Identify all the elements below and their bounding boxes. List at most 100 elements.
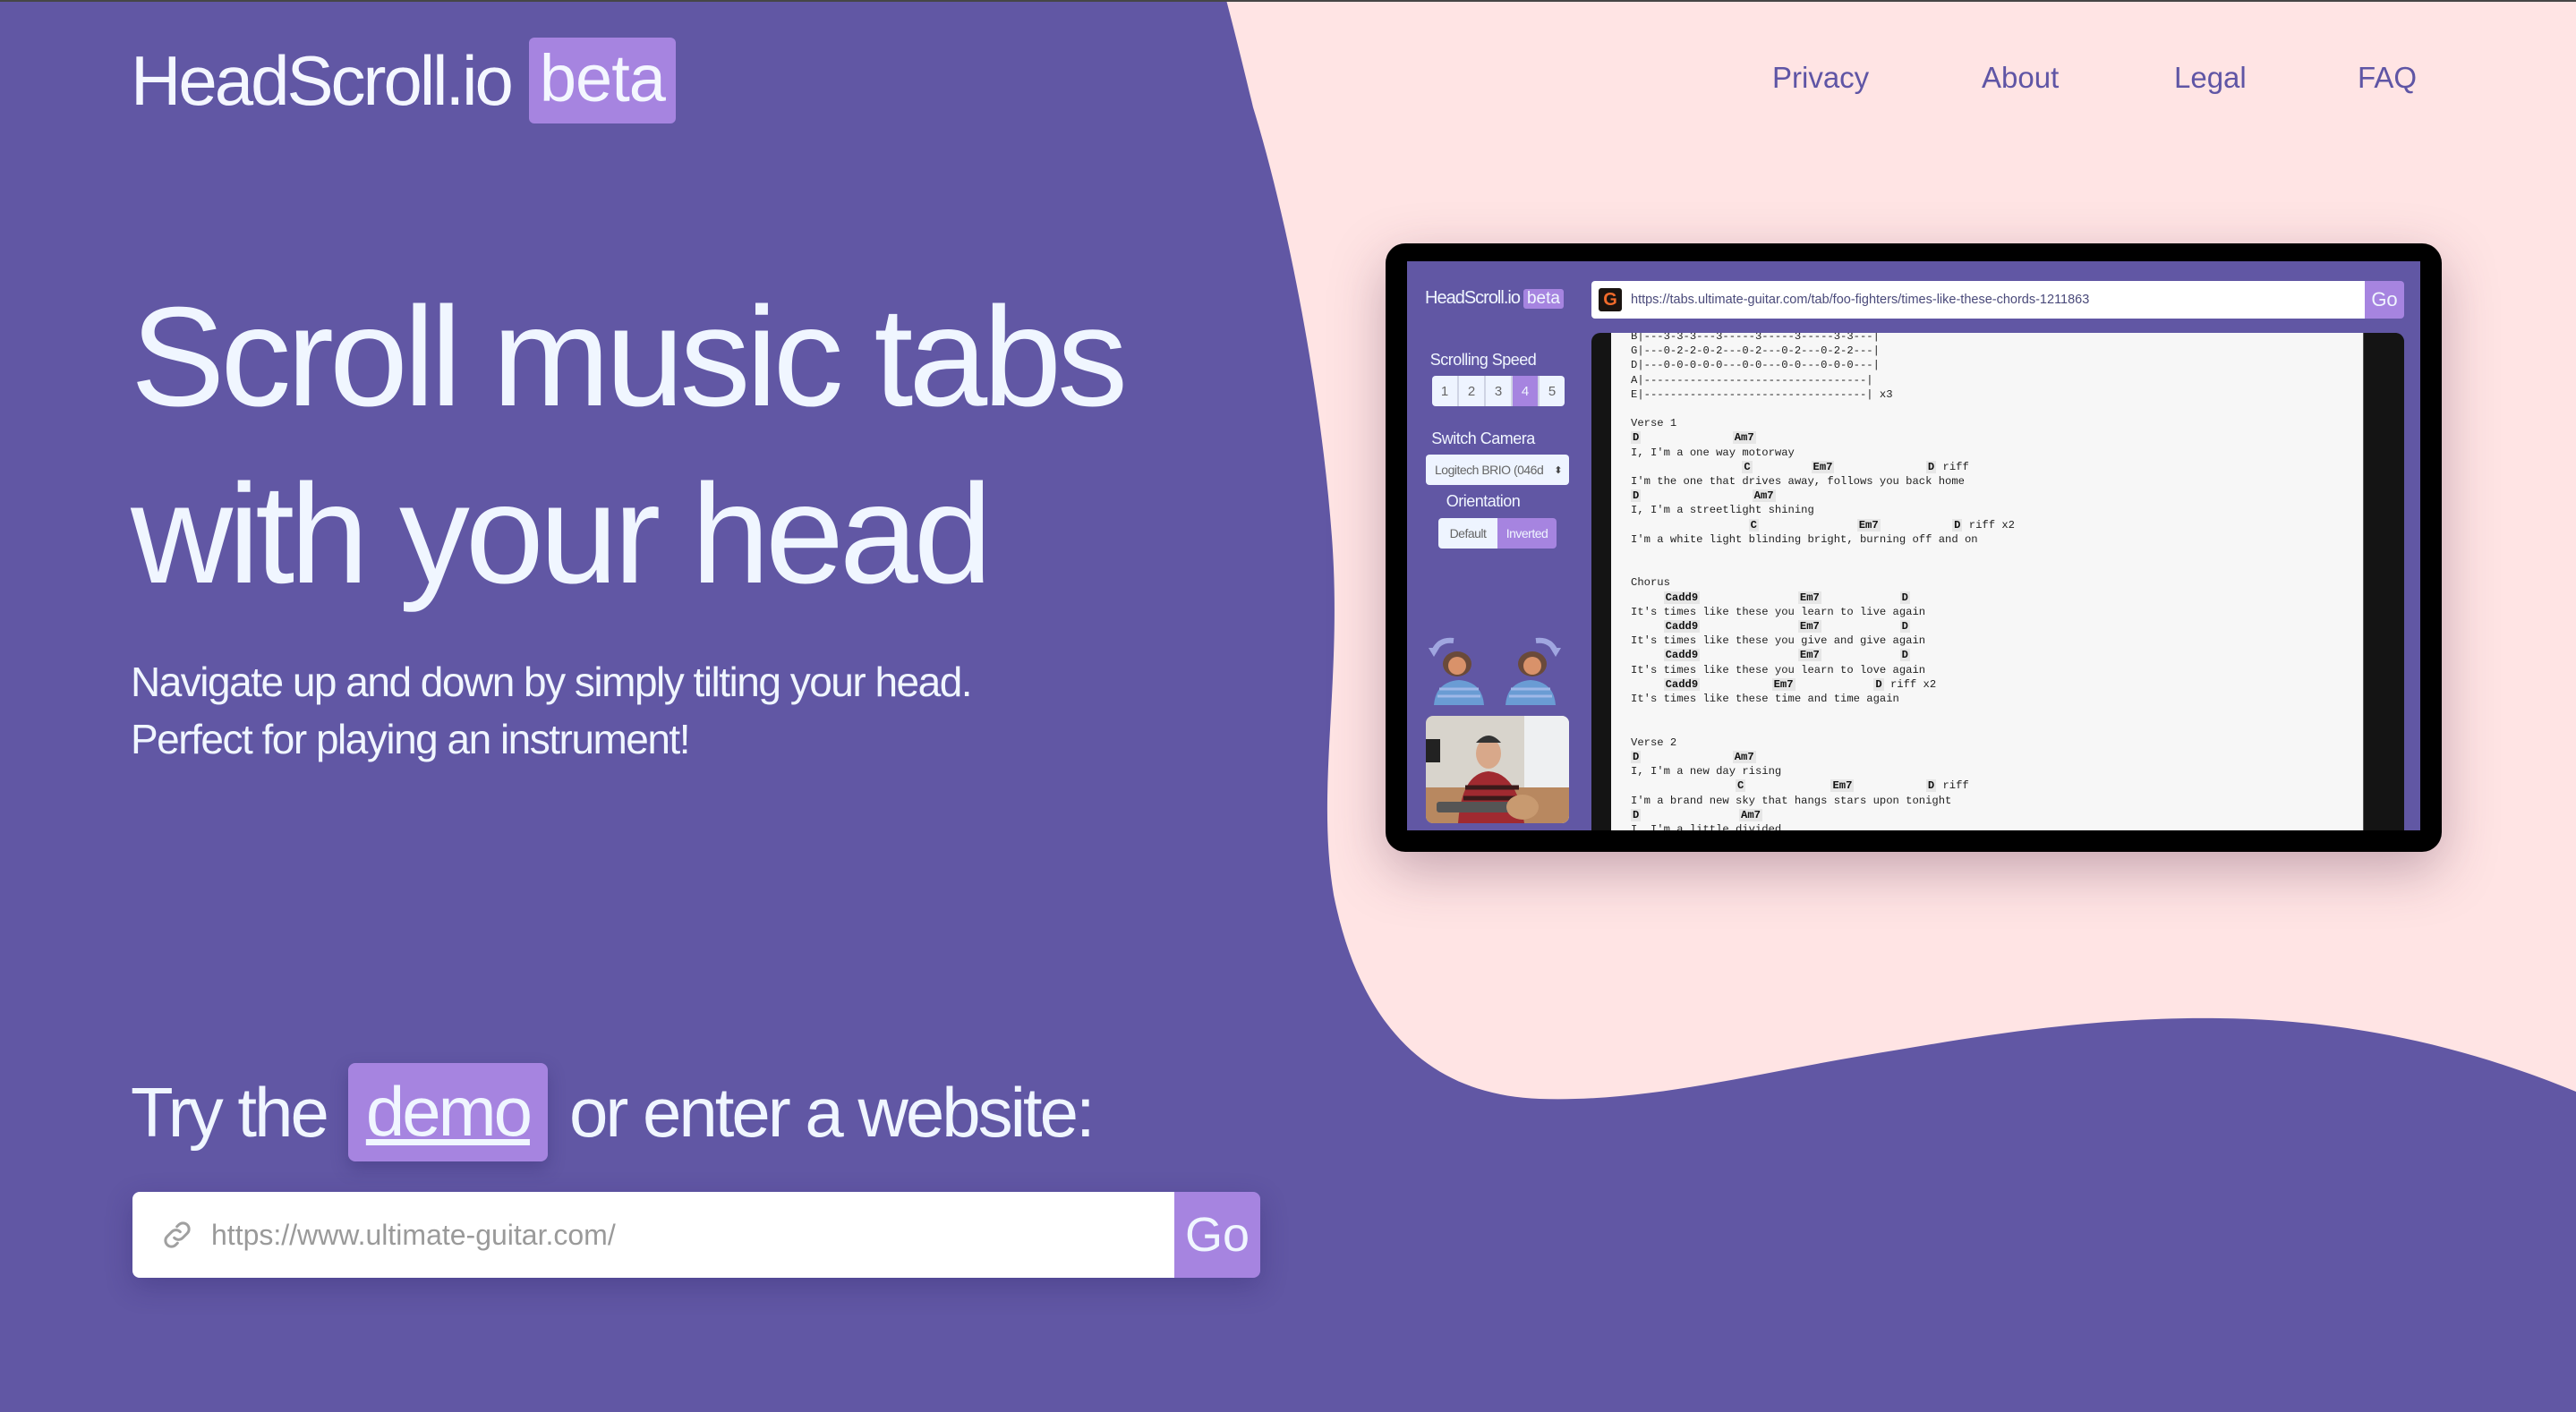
tab-line: Cadd9 Em7 D riff x2 bbox=[1663, 677, 1937, 691]
tab-text: B|---3-3-3---3-----3-----3-----3-3---| G|… bbox=[1631, 333, 2363, 830]
tab-line: D Am7 bbox=[1631, 750, 2363, 764]
speed-option-2[interactable]: 2 bbox=[1459, 376, 1486, 406]
chord-label: Em7 bbox=[1856, 518, 1881, 532]
beta-badge: beta bbox=[528, 38, 676, 123]
hero-title-line-1: Scroll music tabs bbox=[131, 278, 1128, 436]
chord-label: D bbox=[1925, 460, 1937, 473]
tab-line: I, I'm a one way motorway bbox=[1631, 446, 1795, 459]
website-url-form: Go bbox=[132, 1192, 1260, 1278]
tab-line bbox=[1631, 706, 2363, 720]
demo-button[interactable]: demo bbox=[347, 1063, 548, 1161]
website-url-input[interactable] bbox=[211, 1218, 1174, 1252]
tab-line: G|---0-2-2-0-2---0-2---0-2---0-2-2---| bbox=[1631, 344, 1880, 358]
chord-label: D bbox=[1925, 779, 1937, 793]
tab-line: I'm the one that drives away, follows yo… bbox=[1631, 475, 1965, 489]
chord-label: D bbox=[1631, 808, 1642, 821]
orientation-inverted[interactable]: Inverted bbox=[1497, 518, 1557, 549]
tab-line: It's times like these you learn to live … bbox=[1631, 605, 1926, 618]
tab-line: I, I'm a streetlight shining bbox=[1631, 504, 1814, 517]
chord-label: Em7 bbox=[1811, 460, 1835, 473]
chord-label: D bbox=[1873, 677, 1884, 691]
tab-line: A|----------------------------------| bbox=[1631, 373, 1873, 387]
chord-label: Am7 bbox=[1739, 808, 1762, 821]
chord-label: Em7 bbox=[1771, 677, 1796, 691]
chord-label: D bbox=[1899, 620, 1910, 634]
chord-label: Cadd9 bbox=[1663, 649, 1701, 662]
webcam-preview bbox=[1426, 716, 1569, 823]
tab-line: D Am7 bbox=[1631, 430, 2363, 445]
chord-label: C bbox=[1748, 518, 1759, 532]
chord-label: Cadd9 bbox=[1663, 620, 1701, 634]
speed-option-3[interactable]: 3 bbox=[1486, 376, 1513, 406]
chord-label: Cadd9 bbox=[1663, 591, 1701, 604]
tab-line: C Em7 D riff bbox=[1742, 460, 1969, 473]
tab-line: I'm a white light blinding bright, burni… bbox=[1631, 532, 1978, 546]
chord-label: D bbox=[1631, 489, 1642, 503]
chord-label: D bbox=[1899, 649, 1910, 662]
nav-legal[interactable]: Legal bbox=[2174, 61, 2247, 95]
mockup-url-field[interactable]: G https://tabs.ultimate-guitar.com/tab/f… bbox=[1591, 281, 2365, 319]
tab-line: D Am7 bbox=[1631, 808, 2363, 822]
chord-label: D bbox=[1631, 750, 1642, 763]
speed-option-1[interactable]: 1 bbox=[1432, 376, 1459, 406]
tab-line: It's times like these you learn to love … bbox=[1631, 663, 1926, 676]
tab-line: I'm a brand new sky that hangs stars upo… bbox=[1631, 794, 1952, 807]
mockup-url-bar: G https://tabs.ultimate-guitar.com/tab/f… bbox=[1591, 281, 2404, 319]
hero-title-line-2: with your head bbox=[131, 455, 993, 613]
orientation-default[interactable]: Default bbox=[1438, 518, 1497, 549]
hero-title: Scroll music tabs with your head bbox=[131, 268, 1128, 623]
tab-line: It's times like these time and time agai… bbox=[1631, 693, 1899, 706]
tab-line: I, I'm a little divided bbox=[1631, 822, 1782, 830]
site-logo[interactable]: HeadScroll.io beta bbox=[131, 38, 676, 123]
chord-label: Em7 bbox=[1797, 620, 1821, 634]
tab-line: D|---0-0-0-0-0---0-0---0-0---0-0-0---| bbox=[1631, 359, 1880, 372]
tab-page[interactable]: B|---3-3-3---3-----3-----3-----3-3---| G|… bbox=[1611, 333, 2363, 830]
mockup-logo: HeadScroll.io beta bbox=[1425, 288, 1564, 309]
chord-label: C bbox=[1736, 779, 1746, 793]
go-button[interactable]: Go bbox=[1174, 1192, 1260, 1278]
tab-line: C Em7 D riff x2 bbox=[1748, 518, 2015, 532]
logo-text: HeadScroll.io bbox=[131, 41, 514, 120]
tab-line bbox=[1631, 561, 2363, 575]
camera-select-value: Logitech BRIO (046d bbox=[1435, 463, 1544, 477]
tab-line: Cadd9 Em7 D bbox=[1631, 591, 2363, 605]
tab-scrollbar[interactable] bbox=[2363, 333, 2404, 830]
tab-line: Cadd9 Em7 D bbox=[1631, 648, 2363, 662]
nav-privacy[interactable]: Privacy bbox=[1772, 61, 1869, 95]
tab-line bbox=[1631, 402, 2363, 416]
hero-subtitle-line-2: Perfect for playing an instrument! bbox=[131, 716, 691, 762]
hero-subtitle: Navigate up and down by simply tilting y… bbox=[131, 653, 973, 768]
nav-about[interactable]: About bbox=[1982, 61, 2059, 95]
speed-option-4[interactable]: 4 bbox=[1513, 376, 1540, 406]
mockup-url-value: https://tabs.ultimate-guitar.com/tab/foo… bbox=[1631, 293, 2090, 307]
scrolling-speed-selector: 1 2 3 4 5 bbox=[1432, 376, 1565, 406]
select-arrows-icon: ⬍ bbox=[1554, 464, 1562, 476]
mockup-screen: HeadScroll.io beta Scrolling Speed 1 2 3… bbox=[1407, 261, 2420, 830]
tab-line: E|----------------------------------| x3 bbox=[1631, 387, 1893, 401]
chord-label: Em7 bbox=[1830, 779, 1855, 793]
mockup-beta-badge: beta bbox=[1523, 288, 1564, 309]
tab-line bbox=[1631, 547, 2363, 561]
tab-line: I, I'm a new day rising bbox=[1631, 765, 1782, 778]
chord-label: Am7 bbox=[1752, 489, 1776, 503]
orientation-label: Orientation bbox=[1446, 492, 1521, 510]
tab-line: It's times like these you give and give … bbox=[1631, 634, 1926, 648]
chord-label: Am7 bbox=[1732, 431, 1756, 445]
camera-select[interactable]: Logitech BRIO (046d ⬍ bbox=[1426, 455, 1569, 485]
chord-label: D bbox=[1899, 591, 1910, 604]
chord-label: D bbox=[1952, 518, 1963, 532]
tab-line bbox=[1631, 720, 2363, 735]
nav-faq[interactable]: FAQ bbox=[2358, 61, 2417, 95]
mockup-logo-text: HeadScroll.io bbox=[1425, 288, 1521, 308]
speed-option-5[interactable]: 5 bbox=[1540, 376, 1565, 406]
mockup-go-button[interactable]: Go bbox=[2365, 281, 2404, 319]
switch-camera-label: Switch Camera bbox=[1431, 430, 1535, 447]
tab-line: D Am7 bbox=[1631, 489, 2363, 503]
cta-heading: Try the demo or enter a website: bbox=[131, 1063, 1096, 1161]
cta-suffix: or enter a website: bbox=[568, 1072, 1096, 1152]
ultimate-guitar-icon: G bbox=[1599, 288, 1622, 311]
chord-label: D bbox=[1631, 431, 1642, 445]
tab-line: Cadd9 Em7 D bbox=[1631, 619, 2363, 634]
scrolling-speed-label: Scrolling Speed bbox=[1429, 351, 1537, 369]
app-preview-mockup: HeadScroll.io beta Scrolling Speed 1 2 3… bbox=[1386, 243, 2442, 852]
